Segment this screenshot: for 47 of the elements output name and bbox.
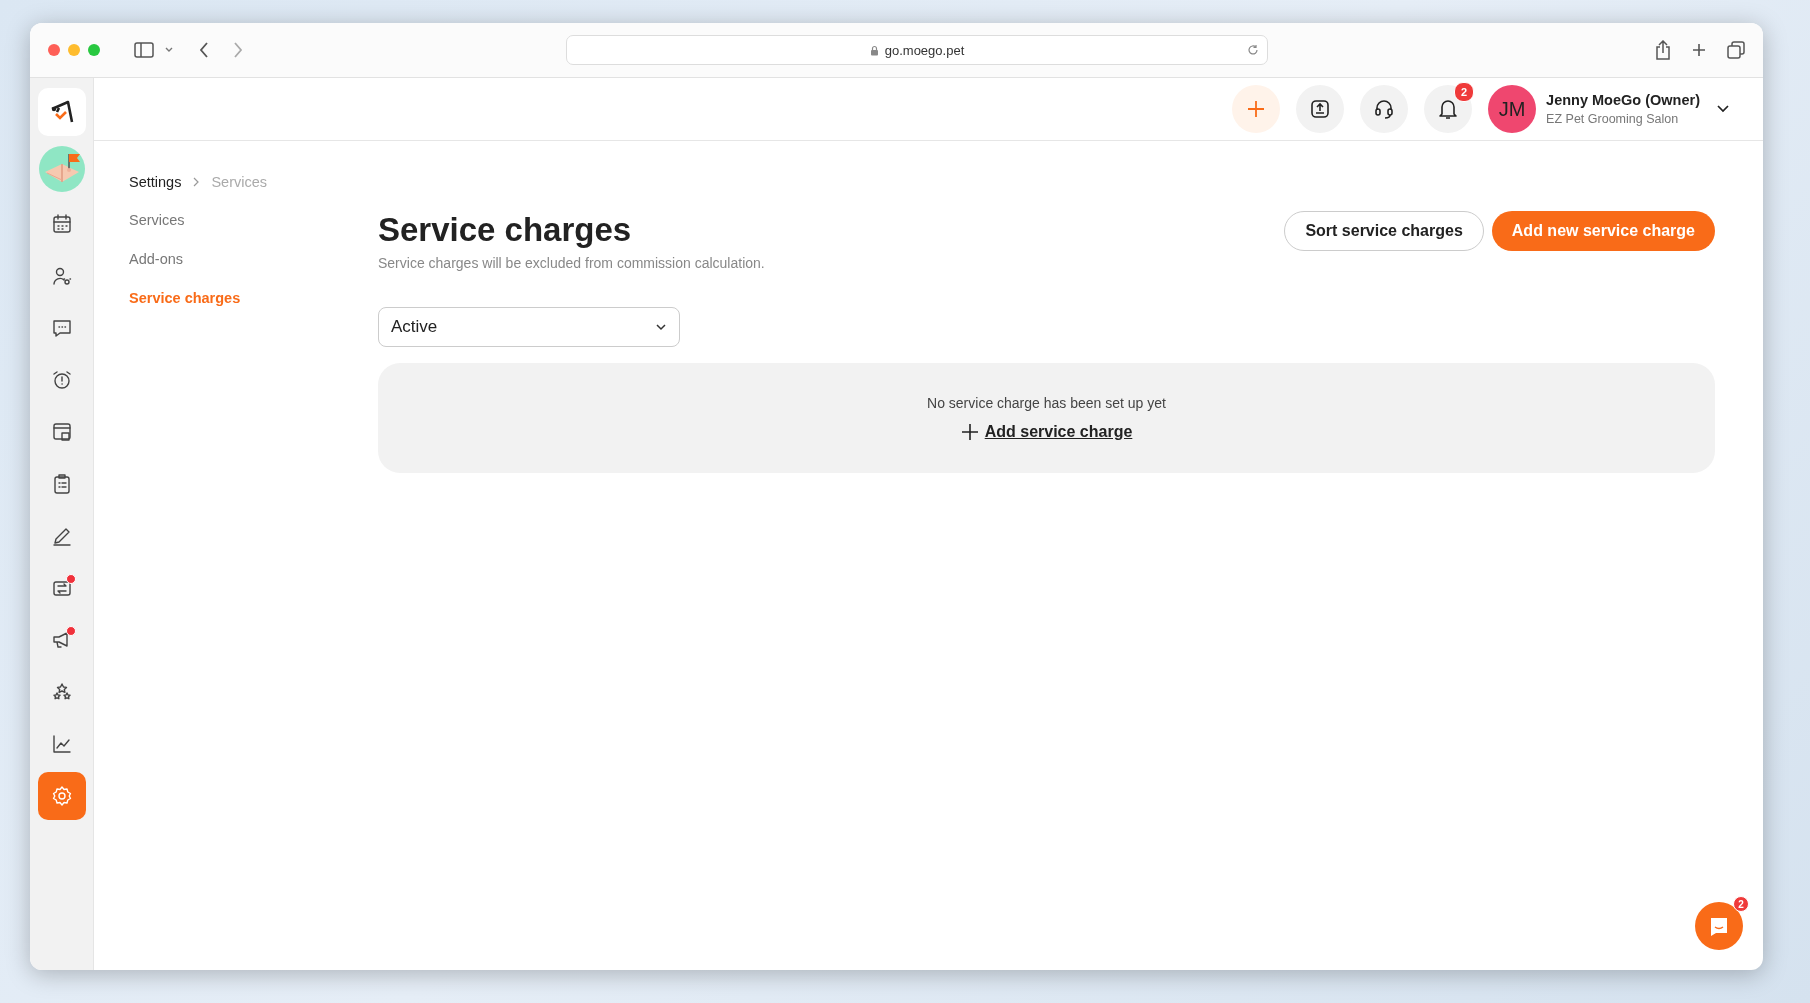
chat-button[interactable] [1695, 902, 1743, 950]
page-subtitle: Service charges will be excluded from commission calculation. [378, 255, 765, 271]
calendar-icon [50, 213, 73, 235]
headset-icon [1373, 98, 1396, 120]
settings-icon [50, 785, 73, 807]
client-pet-icon [50, 265, 73, 287]
settings-nav-item[interactable]: Services [129, 212, 378, 228]
chat-bubble-icon [1708, 915, 1730, 937]
support-button[interactable] [1360, 85, 1409, 133]
url-text: go.moego.pet [884, 42, 965, 58]
business-name: EZ Pet Grooming Salon [1546, 112, 1680, 126]
back-icon[interactable] [198, 41, 210, 59]
settings-nav-item[interactable]: Add-ons [129, 251, 378, 267]
line-chart-icon [50, 733, 73, 755]
new-tab-icon[interactable] [1691, 42, 1707, 58]
add-button[interactable] [1232, 85, 1281, 133]
settings-nav-item[interactable]: Service charges [129, 290, 378, 306]
upload-icon [1310, 99, 1331, 119]
upload-button[interactable] [1296, 85, 1345, 133]
user-name: Jenny MoeGo (Owner) [1546, 92, 1700, 108]
reload-icon[interactable] [1247, 44, 1259, 56]
sidebar-toggle-icon[interactable] [134, 42, 154, 58]
logo-icon[interactable] [37, 88, 86, 136]
bell-icon [1438, 98, 1459, 120]
add-service-charge-button[interactable]: Add new service charge [1491, 211, 1715, 251]
lock-icon [869, 44, 879, 56]
empty-state-message: No service charge has been set up yet [927, 395, 1166, 411]
sort-button[interactable]: Sort service charges [1284, 211, 1484, 251]
chat-badge: 2 [1733, 896, 1749, 912]
add-service-charge-link[interactable]: Add service charge [960, 423, 1133, 441]
close-window-button[interactable] [48, 44, 60, 56]
chevron-down-icon [655, 323, 667, 331]
status-dropdown[interactable]: Active [378, 307, 680, 347]
tabs-overview-icon[interactable] [1727, 41, 1745, 59]
notification-count: 2 [1454, 82, 1475, 102]
notifications-button[interactable]: 2 [1424, 85, 1473, 133]
chevron-down-icon[interactable] [1716, 104, 1730, 114]
storefront-icon [50, 421, 73, 443]
breadcrumb-link[interactable]: Settings [129, 174, 182, 190]
plus-icon [960, 423, 979, 441]
chevron-right-icon [193, 177, 200, 187]
address-bar[interactable]: go.moego.pet [566, 35, 1268, 65]
plus-icon [1246, 99, 1267, 119]
share-icon[interactable] [1655, 40, 1671, 60]
page-title: Service charges [378, 211, 633, 249]
message-icon [50, 317, 73, 339]
user-avatar[interactable]: JM [1488, 85, 1537, 133]
